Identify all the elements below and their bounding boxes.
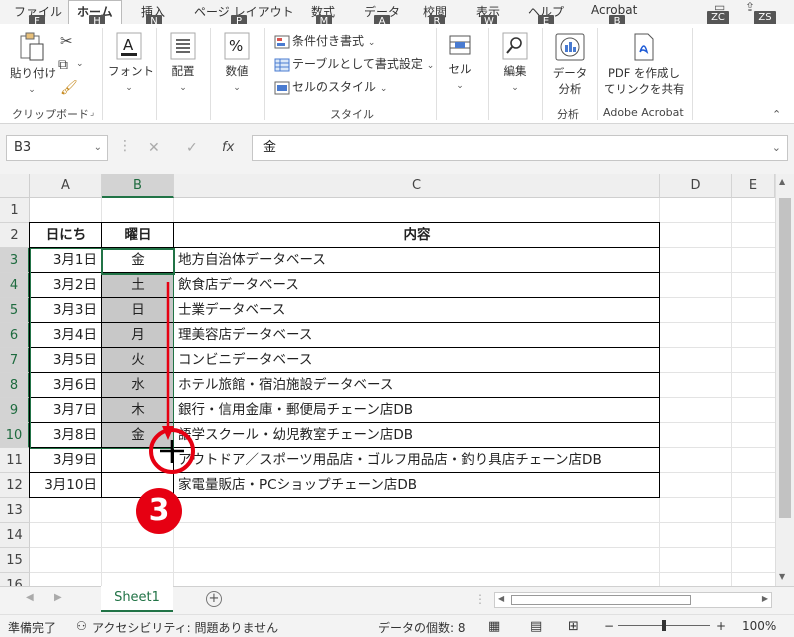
separator — [436, 28, 437, 120]
font-icon: A — [116, 32, 142, 60]
clipboard-icon — [20, 32, 44, 61]
normal-view-icon[interactable]: ▦ — [488, 619, 500, 634]
status-bar: 準備完了 ⚇ アクセシビリティ: 問題ありません データの個数: 8 ▦ ▤ ⊞… — [0, 614, 794, 637]
percent-icon: % — [224, 32, 250, 60]
add-sheet-icon[interactable]: + — [206, 591, 222, 607]
annotation-layer — [149, 282, 195, 474]
cancel-icon[interactable]: ✕ — [148, 135, 160, 161]
cell-styles-button[interactable]: セルのスタイル ⌄ — [274, 78, 387, 95]
zoom-level[interactable]: 100% — [742, 619, 776, 633]
zoom-out-icon[interactable]: − — [604, 619, 614, 633]
fill-handle-cursor-icon — [160, 440, 184, 463]
data-analysis-icon — [555, 33, 585, 61]
tab-split-icon[interactable]: ⋮ — [474, 592, 486, 606]
separator — [488, 28, 489, 120]
vertical-scrollbar[interactable]: ▲ ▼ — [775, 174, 794, 586]
zoom-in-icon[interactable]: + — [716, 619, 726, 633]
conditional-format-button[interactable]: 条件付き書式 ⌄ — [274, 32, 375, 49]
dialog-launcher-icon[interactable]: ⌟ — [90, 108, 94, 118]
alignment-button[interactable]: 配置 ⌄ — [162, 32, 204, 93]
separator — [264, 28, 265, 120]
accessibility-icon[interactable]: ⚇ — [76, 619, 87, 633]
separator — [542, 28, 543, 120]
step-badge: 3 — [136, 488, 182, 534]
align-icon — [170, 32, 196, 60]
group-label-analysis: 分析 — [557, 108, 579, 121]
group-label-style: スタイル — [330, 108, 374, 121]
more-options-icon[interactable]: ⋮ — [118, 138, 132, 154]
svg-text:A: A — [123, 36, 134, 54]
format-painter-icon[interactable]: 🖌 — [60, 80, 78, 96]
insert-function-icon[interactable]: fx — [222, 135, 234, 161]
conditional-format-icon — [274, 35, 290, 48]
status-count: データの個数: 8 — [378, 621, 466, 635]
sheet-tab-bar: ◀ ▶ Sheet1 + ⋮ ◀ ▶ — [0, 586, 794, 614]
font-button[interactable]: A フォント ⌄ — [108, 32, 154, 93]
cells-icon — [449, 35, 471, 55]
group-label-clipboard: クリップボード — [12, 108, 89, 121]
format-as-table-button[interactable]: テーブルとして書式設定 ⌄ — [274, 55, 434, 72]
share-icon[interactable]: ⇪ — [745, 0, 755, 14]
comment-icon[interactable]: ▭ — [714, 0, 725, 14]
collapse-ribbon-icon[interactable]: ⌃ — [772, 108, 781, 121]
table-format-icon — [274, 58, 290, 71]
chevron-down-icon[interactable]: ⌄ — [94, 136, 102, 160]
separator — [156, 28, 157, 120]
next-sheet-icon[interactable]: ▶ — [54, 592, 62, 603]
cell-style-icon — [274, 81, 290, 94]
editing-button[interactable]: 編集 ⌄ — [494, 32, 536, 93]
group-label-adobe: Adobe Acrobat — [603, 106, 684, 119]
formula-bar-area: B3 ⌄ ⋮ ✕ ✓ fx 金 ⌄ — [0, 124, 794, 174]
status-ready: 準備完了 — [8, 621, 57, 635]
cut-icon[interactable]: ✂ — [60, 32, 73, 50]
create-pdf-button[interactable]: PDF を作成し てリンクを共有 — [604, 32, 685, 97]
page-layout-view-icon[interactable]: ▤ — [530, 619, 542, 634]
svg-text:%: % — [229, 37, 243, 55]
scroll-left-icon[interactable]: ◀ — [498, 594, 504, 603]
ribbon: 貼り付け ⌄ ✂ ⧉ ⌄ 🖌 クリップボード ⌟ A フォント ⌄ 配置 ⌄ % 数値 — [0, 24, 794, 124]
pdf-icon — [634, 33, 654, 61]
data-analysis-button[interactable]: データ 分析 — [548, 32, 592, 97]
formula-input[interactable]: 金 ⌄ — [252, 135, 788, 161]
keytip-zs: ZS — [754, 11, 776, 25]
search-icon — [502, 32, 528, 60]
copy-icon[interactable]: ⧉ — [58, 57, 68, 73]
separator — [210, 28, 211, 120]
sheet-tab-sheet1[interactable]: Sheet1 — [101, 586, 173, 612]
scrollbar-thumb[interactable] — [779, 198, 791, 518]
separator — [102, 28, 103, 120]
name-box[interactable]: B3 ⌄ — [6, 135, 108, 161]
paste-button[interactable]: 貼り付け ⌄ — [10, 32, 56, 95]
horizontal-scrollbar-thumb[interactable] — [511, 595, 691, 605]
accessibility-status[interactable]: アクセシビリティ: 問題ありません — [92, 619, 278, 636]
zoom-slider-thumb[interactable] — [662, 620, 666, 631]
scroll-down-icon[interactable]: ▼ — [779, 572, 785, 581]
separator — [597, 28, 598, 120]
scroll-up-icon[interactable]: ▲ — [779, 177, 785, 186]
expand-formula-icon[interactable]: ⌄ — [772, 136, 781, 160]
separator — [692, 28, 693, 120]
worksheet-grid[interactable]: A B C D E 1 2 3 4 5 6 7 8 9 10 11 12 13 14 15 16 日にち 曜日… — [0, 174, 794, 586]
scroll-right-icon[interactable]: ▶ — [762, 594, 768, 603]
cells-button[interactable]: セル ⌄ — [442, 32, 478, 91]
horizontal-scrollbar[interactable]: ◀ ▶ — [494, 592, 772, 608]
page-break-view-icon[interactable]: ⊞ — [568, 619, 579, 634]
number-button[interactable]: % 数値 ⌄ — [216, 32, 258, 93]
copy-dropdown-icon[interactable]: ⌄ — [76, 59, 84, 69]
prev-sheet-icon[interactable]: ◀ — [26, 592, 34, 603]
confirm-icon[interactable]: ✓ — [186, 135, 198, 161]
ribbon-tabs: ファイル ホーム 挿入 ページ レイアウト 数式 データ 校閲 表示 ヘルプ A… — [0, 0, 794, 24]
